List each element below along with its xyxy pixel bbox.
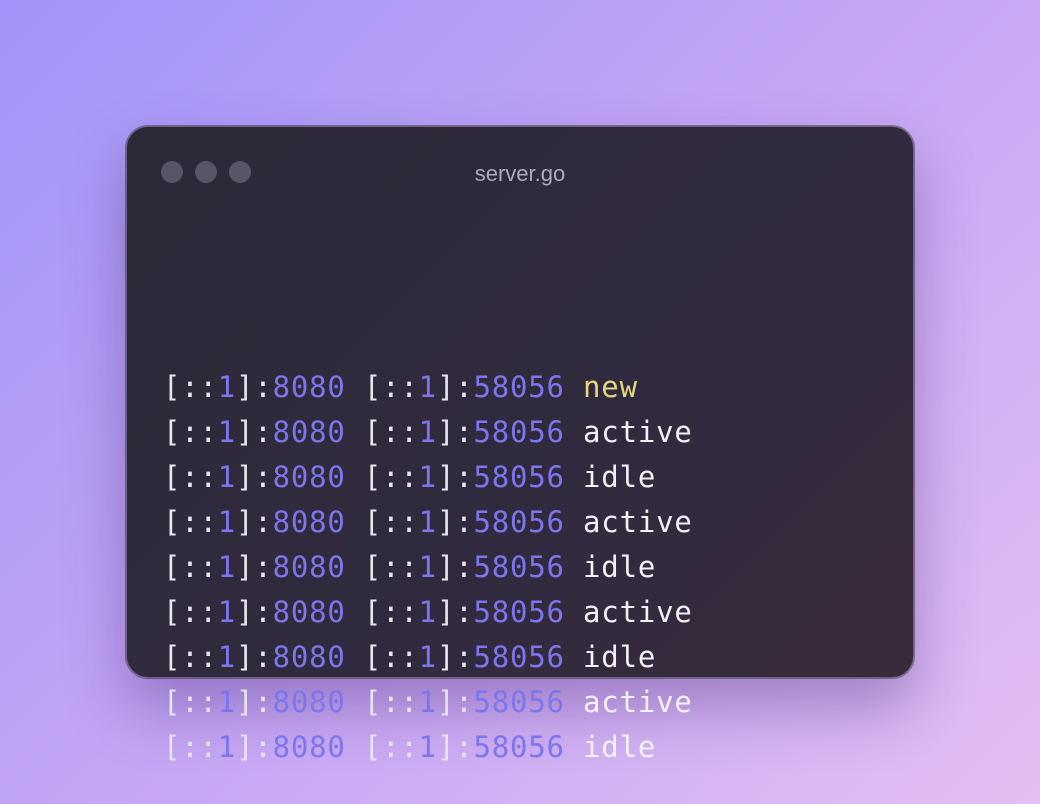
remote-port: 58056	[473, 685, 565, 719]
log-line: [::1]:8080 [::1]:58056 new	[163, 370, 638, 404]
connection-status: idle	[583, 640, 657, 674]
window-title: server.go	[474, 161, 566, 186]
local-port: 8080	[272, 505, 346, 539]
remote-host: 1	[418, 550, 437, 584]
local-port: 8080	[272, 370, 346, 404]
log-line: [::1]:8080 [::1]:58056 active	[163, 415, 693, 449]
terminal-window: server.go [::1]:8080 [::1]:58056 new[::1…	[126, 126, 914, 764]
log-line: [::1]:8080 [::1]:58056 active	[163, 595, 693, 629]
remote-port: 58056	[473, 730, 565, 764]
remote-port: 58056	[473, 460, 565, 494]
connection-status: idle	[583, 550, 657, 584]
local-host: 1	[217, 370, 237, 404]
local-host: 1	[217, 730, 237, 764]
local-port: 8080	[272, 640, 346, 674]
local-host: 1	[217, 685, 237, 719]
connection-status: new	[583, 370, 638, 404]
log-line: [::1]:8080 [::1]:58056 active	[163, 685, 693, 719]
local-host: 1	[217, 595, 237, 629]
connection-status: active	[583, 685, 693, 719]
remote-host: 1	[418, 460, 437, 494]
log-output: [::1]:8080 [::1]:58056 new[::1]:8080 [::…	[163, 230, 693, 770]
log-line: [::1]:8080 [::1]:58056 idle	[163, 640, 657, 674]
local-port: 8080	[272, 685, 346, 719]
remote-port: 58056	[473, 595, 565, 629]
log-line: [::1]:8080 [::1]:58056 active	[163, 505, 693, 539]
log-line: [::1]:8080 [::1]:58056 idle	[163, 730, 657, 764]
local-port: 8080	[272, 415, 346, 449]
remote-port: 58056	[473, 505, 565, 539]
remote-port: 58056	[473, 370, 565, 404]
log-line: [::1]:8080 [::1]:58056 idle	[163, 550, 657, 584]
connection-status: active	[583, 505, 693, 539]
local-port: 8080	[272, 595, 346, 629]
remote-host: 1	[418, 685, 437, 719]
local-host: 1	[217, 415, 237, 449]
remote-host: 1	[418, 505, 437, 539]
remote-port: 58056	[473, 640, 565, 674]
connection-status: active	[583, 595, 693, 629]
remote-port: 58056	[473, 415, 565, 449]
remote-host: 1	[418, 595, 437, 629]
local-port: 8080	[272, 460, 346, 494]
remote-host: 1	[418, 640, 437, 674]
log-line: [::1]:8080 [::1]:58056 idle	[163, 460, 657, 494]
connection-status: idle	[583, 460, 657, 494]
local-host: 1	[217, 460, 237, 494]
connection-status: idle	[583, 730, 657, 764]
remote-host: 1	[418, 370, 437, 404]
local-host: 1	[217, 640, 237, 674]
connection-status: active	[583, 415, 693, 449]
local-port: 8080	[272, 550, 346, 584]
local-port: 8080	[272, 730, 346, 764]
local-host: 1	[217, 550, 237, 584]
remote-host: 1	[418, 730, 437, 764]
local-host: 1	[217, 505, 237, 539]
remote-port: 58056	[473, 550, 565, 584]
remote-host: 1	[418, 415, 437, 449]
